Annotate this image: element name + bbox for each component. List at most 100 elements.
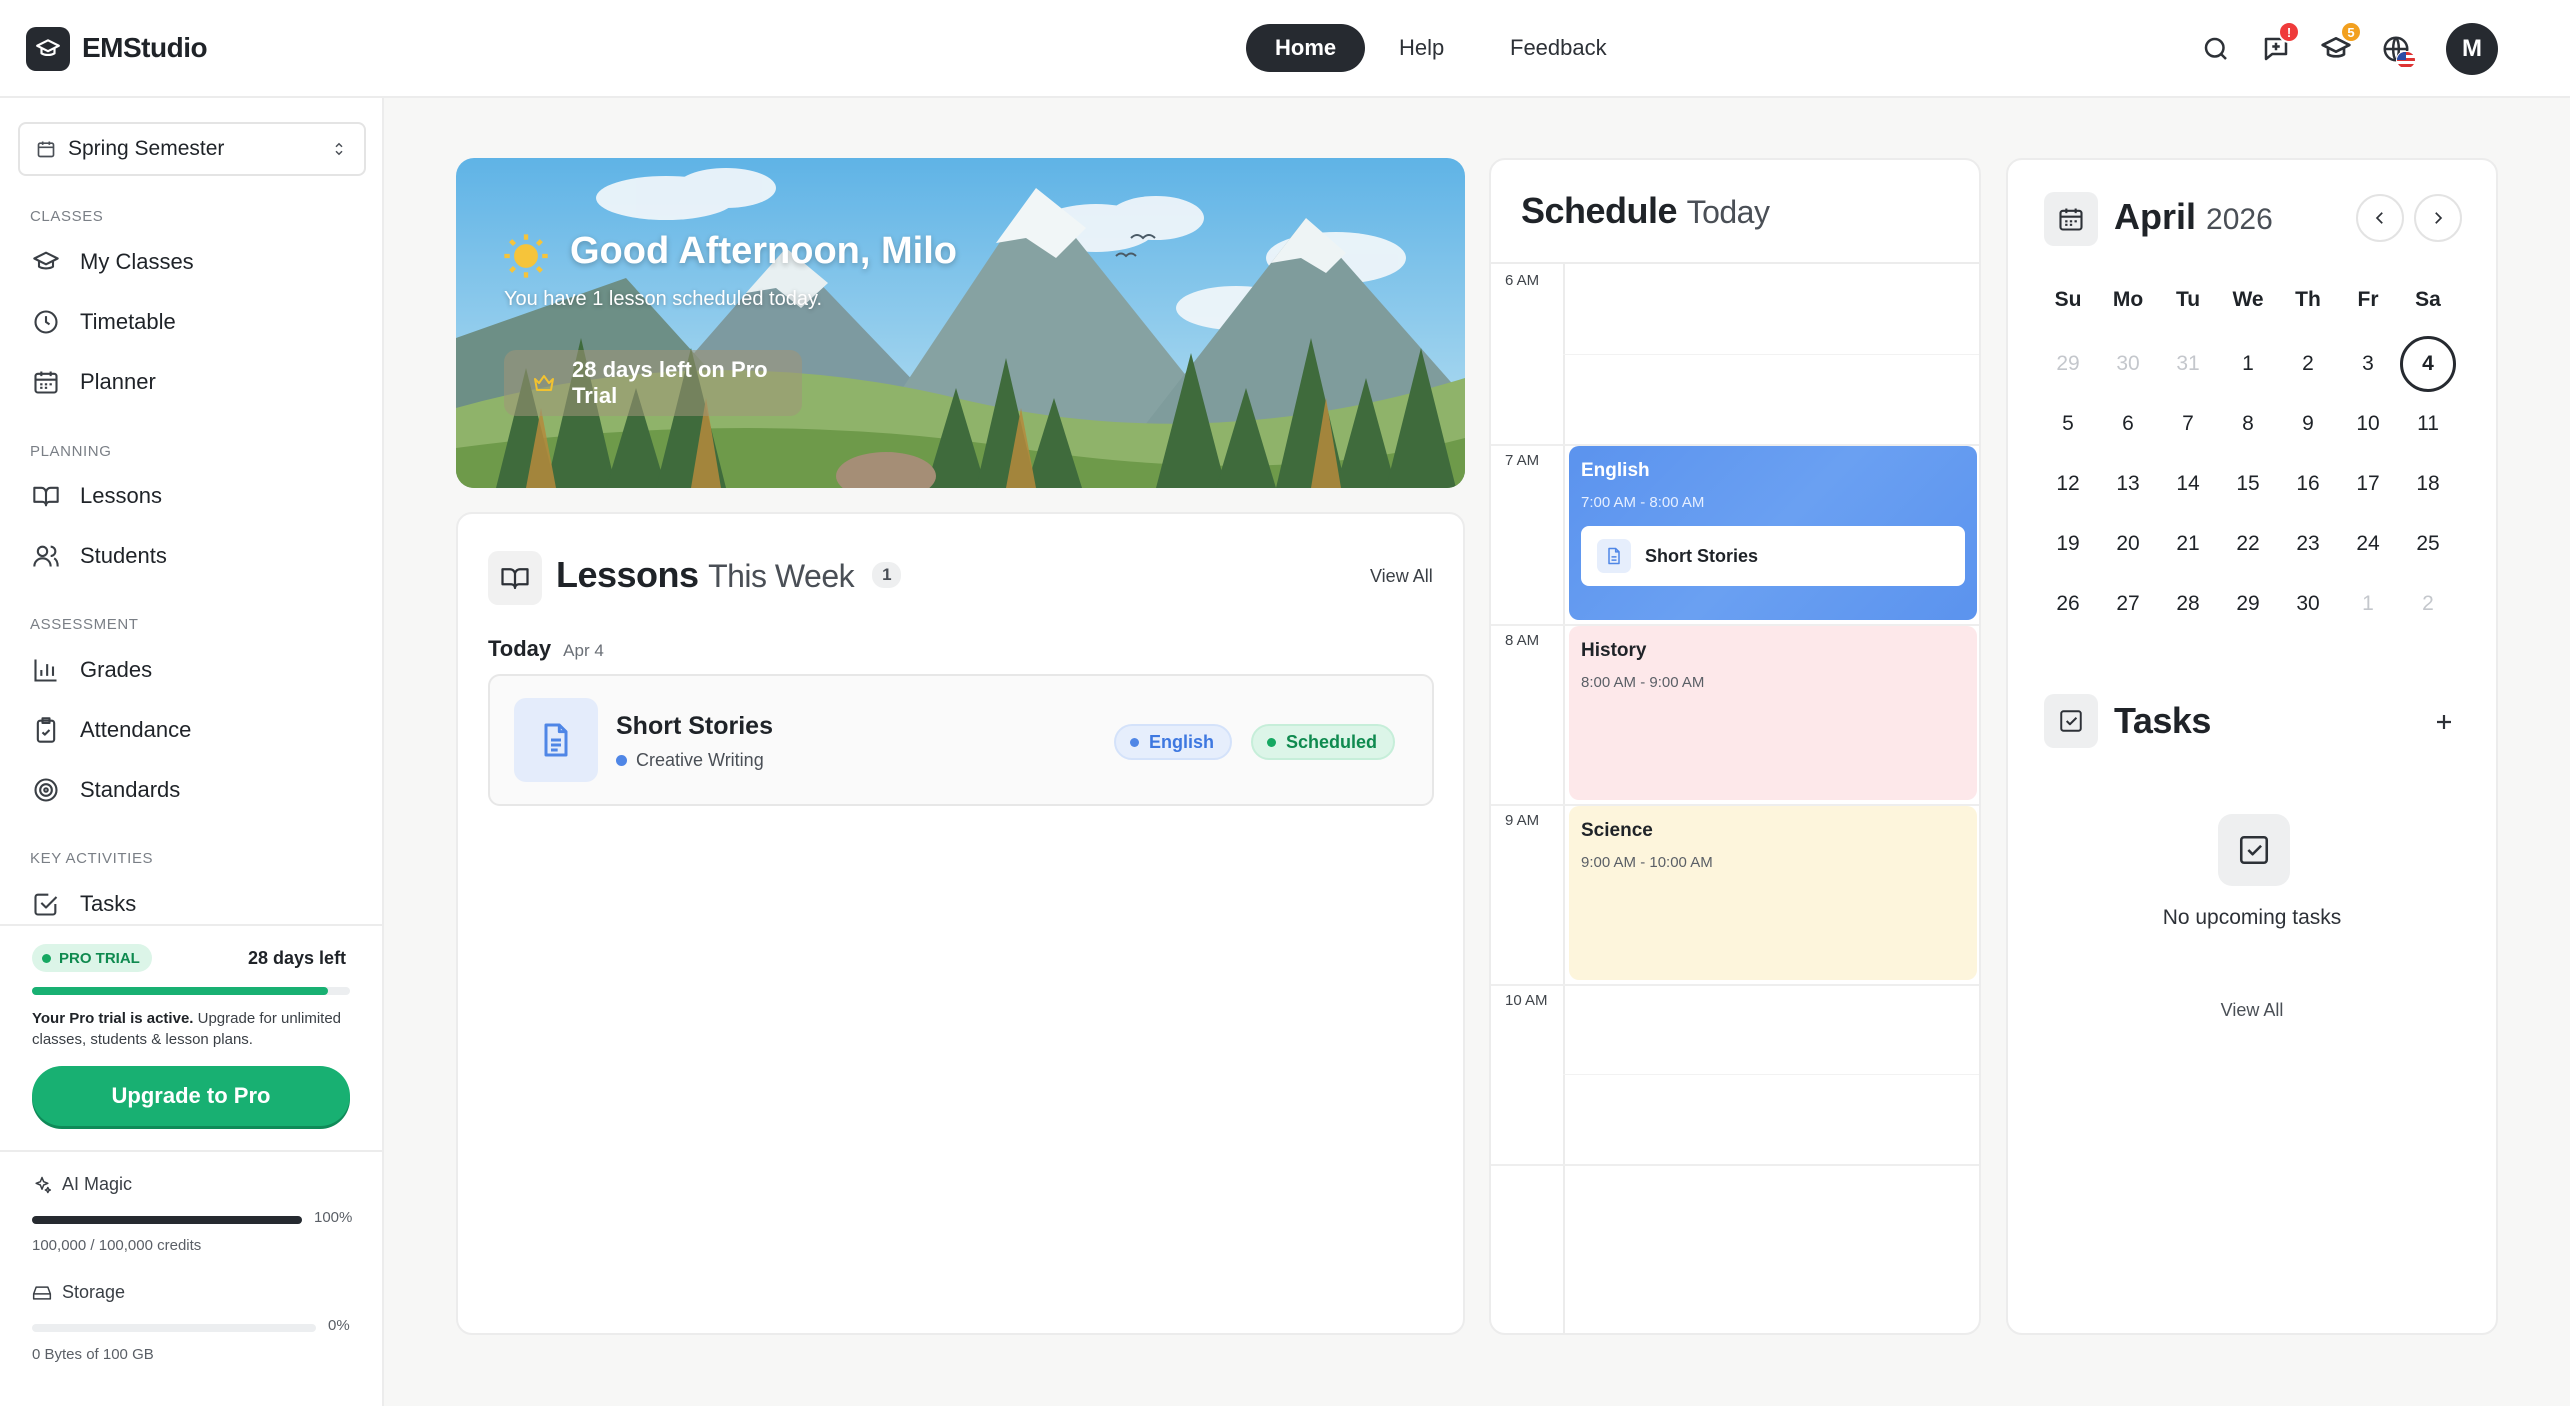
ai-magic-row: AI Magic [32, 1174, 132, 1195]
calendar-day[interactable]: 19 [2040, 516, 2096, 572]
notification-badge: ! [2278, 21, 2300, 43]
calendar-day[interactable]: 18 [2400, 456, 2456, 512]
calendar-day[interactable]: 22 [2220, 516, 2276, 572]
calendar-day[interactable]: 26 [2040, 576, 2096, 632]
lessons-card-title: Lessons This Week 1 [556, 554, 902, 596]
grid-line [1563, 354, 1979, 355]
mountain-landscape-image [456, 158, 1465, 488]
calendar-day[interactable]: 1 [2220, 336, 2276, 392]
calendar-day[interactable]: 28 [2160, 576, 2216, 632]
tasks-view-all-link[interactable]: View All [2008, 1000, 2496, 1021]
add-task-button[interactable] [2426, 704, 2462, 740]
lessons-view-all-link[interactable]: View All [1370, 566, 1433, 587]
upgrade-to-pro-button[interactable]: Upgrade to Pro [32, 1066, 350, 1126]
schedule-event-science[interactable]: Science 9:00 AM - 10:00 AM [1569, 806, 1977, 980]
calendar-day[interactable]: 1 [2340, 576, 2396, 632]
calendar-day[interactable]: 17 [2340, 456, 2396, 512]
hour-label: 7 AM [1505, 452, 1540, 469]
nav-home[interactable]: Home [1246, 24, 1366, 72]
sidebar-item-attendance[interactable]: Attendance [30, 708, 191, 752]
sidebar-item-label: Lessons [80, 483, 162, 508]
calendar-day[interactable]: 31 [2160, 336, 2216, 392]
globe-icon[interactable] [2376, 29, 2416, 69]
calendar-day[interactable]: 4 [2400, 336, 2456, 392]
clipboard-check-icon [30, 714, 62, 746]
calendar-day[interactable]: 6 [2100, 396, 2156, 452]
weekday-label: Fr [2357, 288, 2379, 311]
semester-select[interactable]: Spring Semester [18, 122, 366, 176]
calendar-day[interactable]: 9 [2280, 396, 2336, 452]
checkbox-icon [30, 888, 62, 920]
nav-feedback[interactable]: Feedback [1481, 24, 1636, 72]
calendar-day[interactable]: 23 [2280, 516, 2336, 572]
sidebar-item-lessons[interactable]: Lessons [30, 474, 162, 518]
weekday-label: Sa [2415, 288, 2441, 311]
calendar-day[interactable]: 2 [2280, 336, 2336, 392]
message-plus-icon[interactable]: ! [2256, 21, 2300, 69]
clock-icon [30, 306, 62, 338]
calendar-day[interactable]: 24 [2340, 516, 2396, 572]
sidebar-item-standards[interactable]: Standards [30, 768, 180, 812]
sun-icon [500, 230, 552, 287]
hour-label: 10 AM [1505, 992, 1548, 1009]
calendar-day[interactable]: 14 [2160, 456, 2216, 512]
ai-magic-credits: 100,000 / 100,000 credits [32, 1237, 202, 1254]
calendar-icon [36, 139, 56, 159]
list-item[interactable]: Short Stories Creative Writing English S… [488, 674, 1434, 806]
logo-icon[interactable] [26, 27, 70, 71]
sidebar-item-my-classes[interactable]: My Classes [30, 240, 194, 284]
sidebar-item-tasks[interactable]: Tasks [30, 882, 136, 926]
calendar-day[interactable]: 11 [2400, 396, 2456, 452]
schedule-event-history[interactable]: History 8:00 AM - 9:00 AM [1569, 626, 1977, 800]
calendar-day[interactable]: 25 [2400, 516, 2456, 572]
nav-help[interactable]: Help [1370, 24, 1473, 72]
next-month-button[interactable] [2414, 194, 2462, 242]
section-assessment: ASSESSMENT [30, 616, 139, 633]
calendar-day[interactable]: 12 [2040, 456, 2096, 512]
book-open-icon [30, 480, 62, 512]
crown-icon [532, 371, 556, 395]
weekday-label: Tu [2175, 288, 2201, 311]
graduation-cap-icon[interactable]: 5 [2316, 21, 2362, 69]
calendar-day[interactable]: 15 [2220, 456, 2276, 512]
calendar-day[interactable]: 21 [2160, 516, 2216, 572]
grid-line [1491, 984, 1979, 986]
schedule-lesson-chip[interactable]: Short Stories [1581, 526, 1965, 586]
calendar-day[interactable]: 30 [2100, 336, 2156, 392]
classes-badge: 5 [2340, 21, 2362, 43]
sidebar-item-grades[interactable]: Grades [30, 648, 152, 692]
time-gutter [1563, 264, 1565, 1333]
prev-month-button[interactable] [2356, 194, 2404, 242]
chevron-left-icon [2375, 212, 2383, 224]
sidebar-item-students[interactable]: Students [30, 534, 167, 578]
calendar-day[interactable]: 8 [2220, 396, 2276, 452]
tasks-title: Tasks [2114, 700, 2211, 741]
calendar-day[interactable]: 20 [2100, 516, 2156, 572]
calendar-day[interactable]: 2 [2400, 576, 2456, 632]
calendar-icon [30, 366, 62, 398]
calendar-day[interactable]: 5 [2040, 396, 2096, 452]
sidebar-item-planner[interactable]: Planner [30, 360, 156, 404]
app-name[interactable]: EMStudio [82, 32, 208, 64]
calendar-day[interactable]: 10 [2340, 396, 2396, 452]
calendar-day[interactable]: 3 [2340, 336, 2396, 392]
sidebar-item-label: Timetable [80, 309, 176, 334]
avatar[interactable]: M [2446, 23, 2498, 75]
schedule-event-english[interactable]: English 7:00 AM - 8:00 AM Short Stories [1569, 446, 1977, 620]
calendar-day[interactable]: 30 [2280, 576, 2336, 632]
calendar-day[interactable]: 27 [2100, 576, 2156, 632]
calendar-day[interactable]: 7 [2160, 396, 2216, 452]
section-key-activities: KEY ACTIVITIES [30, 850, 154, 867]
calendar-day[interactable]: 13 [2100, 456, 2156, 512]
pro-trial-pill[interactable]: 28 days left on Pro Trial [504, 350, 802, 416]
sidebar-item-timetable[interactable]: Timetable [30, 300, 176, 344]
storage-row: Storage [32, 1282, 125, 1303]
search-icon[interactable] [2196, 29, 2236, 69]
calendar-day[interactable]: 16 [2280, 456, 2336, 512]
calendar-icon [2044, 192, 2098, 246]
lesson-subtitle: Creative Writing [616, 750, 764, 771]
bar-chart-icon [30, 654, 62, 686]
calendar-day[interactable]: 29 [2040, 336, 2096, 392]
calendar-day[interactable]: 29 [2220, 576, 2276, 632]
document-icon [1597, 539, 1631, 573]
